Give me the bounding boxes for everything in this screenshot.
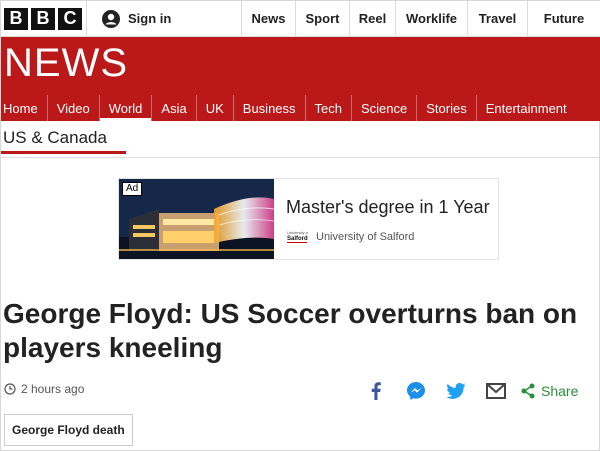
subsection-label[interactable]: US & Canada [3,128,107,148]
nav-worklife[interactable]: Worklife [396,1,468,36]
section-nav: Home Video World Asia UK Business Tech S… [1,95,600,121]
share-icon [521,383,535,399]
global-header: B B C Sign in News Sport Reel Worklife T… [1,1,600,37]
bbc-logo[interactable]: B B C [1,1,87,36]
news-banner: NEWS [1,37,600,95]
svg-text:Salford: Salford [287,236,308,242]
messenger-icon[interactable] [406,381,426,401]
ad-title[interactable]: Master's degree in 1 Year [286,197,490,218]
article-meta: 2 hours ago [4,382,84,396]
section-nav-stories[interactable]: Stories [416,95,475,121]
advertisement[interactable]: Ad Master's degree in 1 Year University … [118,178,499,260]
nav-future[interactable]: Future [528,1,600,36]
ad-sponsor: University of Salford [316,231,415,243]
user-icon [102,9,120,28]
ad-badge: Ad [122,182,143,196]
article-headline: George Floyd: US Soccer overturns ban on… [3,298,578,363]
twitter-icon[interactable] [446,381,466,401]
section-nav-science[interactable]: Science [351,95,416,121]
section-nav-entertainment[interactable]: Entertainment [475,95,576,121]
share-button[interactable]: Share [520,383,578,399]
ad-body: Master's degree in 1 Year University of … [274,179,498,259]
section-nav-video[interactable]: Video [46,95,99,121]
section-nav-home[interactable]: Home [1,95,47,121]
nav-travel[interactable]: Travel [468,1,528,36]
share-toolbar: Share [366,381,578,401]
ad-image: Ad [119,179,274,259]
global-nav: News Sport Reel Worklife Travel Future [242,1,600,36]
subsection-underline [1,151,126,154]
share-label: Share [541,383,579,399]
news-brand-logo[interactable]: NEWS [4,41,128,86]
section-nav-uk[interactable]: UK [195,95,233,121]
logo-letter-b2: B [31,7,55,30]
nav-reel[interactable]: Reel [350,1,396,36]
section-nav-asia[interactable]: Asia [151,95,195,121]
sign-in-label: Sign in [128,11,172,26]
facebook-icon[interactable] [366,381,386,401]
section-nav-business[interactable]: Business [232,95,305,121]
article-timestamp: 2 hours ago [21,382,85,396]
logo-letter-c: C [58,7,82,30]
nav-sport[interactable]: Sport [296,1,350,36]
section-nav-world[interactable]: World [98,95,152,121]
section-nav-tech[interactable]: Tech [304,95,351,121]
clock-icon [4,383,16,395]
email-icon[interactable] [486,381,506,401]
nav-news[interactable]: News [242,1,296,36]
ad-building-illustration [119,179,274,259]
logo-letter-b1: B [4,7,28,30]
subsection-bar: US & Canada [1,121,600,158]
svg-text:University of: University of [287,230,308,235]
topic-tag[interactable]: George Floyd death [4,414,133,446]
sign-in-button[interactable]: Sign in [87,1,242,36]
university-logo: University of Salford [286,226,310,248]
